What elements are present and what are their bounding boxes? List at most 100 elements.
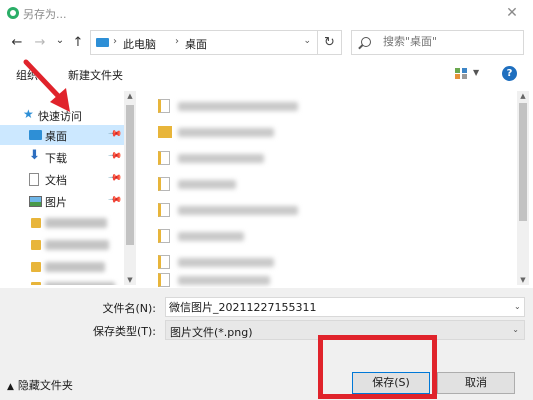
forward-button[interactable]: → — [32, 34, 48, 52]
window-title: 另存为... — [23, 8, 67, 21]
annotation-highlight-box — [318, 335, 437, 399]
scroll-up-icon[interactable]: ▲ — [517, 91, 529, 101]
organize-button[interactable]: 组织 — [16, 67, 38, 83]
file-list-scrollbar[interactable]: ▲ ▼ — [517, 91, 529, 285]
folder-icon — [31, 282, 41, 285]
chevron-up-icon: ▲ — [7, 382, 14, 392]
redacted-filename — [178, 180, 236, 189]
folder-icon — [31, 262, 41, 272]
cancel-button[interactable]: 取消 — [437, 372, 515, 394]
star-icon: ★ — [23, 107, 34, 121]
refresh-button[interactable]: ↻ — [318, 30, 342, 55]
redacted-filename — [178, 232, 244, 241]
download-icon: ⬇ — [29, 148, 40, 163]
hide-folders-toggle[interactable]: ▲ 隐藏文件夹 — [7, 377, 73, 393]
breadcrumb-desktop[interactable]: 桌面 — [185, 36, 207, 52]
command-bar: 组织 新建文件夹 ▼ ? — [0, 60, 533, 88]
pin-icon: 📌 — [107, 192, 123, 208]
breadcrumb-separator-icon[interactable]: › — [113, 36, 117, 47]
back-button[interactable]: ← — [9, 34, 25, 52]
desktop-icon — [29, 130, 42, 140]
list-item[interactable] — [136, 199, 506, 221]
search-icon — [361, 37, 371, 47]
redacted-label — [45, 262, 105, 272]
sidebar-item-quick-access[interactable]: ★ 快速访问 — [0, 105, 124, 125]
breadcrumb-this-pc[interactable]: 此电脑 — [123, 36, 156, 52]
list-item[interactable] — [136, 95, 506, 117]
sidebar-scrollbar[interactable]: ▲ ▼ — [124, 91, 136, 285]
folder-icon — [31, 240, 41, 250]
address-bar[interactable]: › 此电脑 › 桌面 ⌄ — [90, 30, 318, 55]
file-icon — [158, 151, 170, 165]
sidebar-item-documents[interactable]: 文档 📌 — [0, 169, 124, 189]
sidebar-item-downloads[interactable]: ⬇ 下载 📌 — [0, 147, 124, 167]
filetype-label: 保存类型(T): — [92, 325, 156, 338]
sidebar-item-label: 文档 — [45, 174, 67, 187]
list-item[interactable] — [136, 225, 506, 247]
title-bar: 另存为... ✕ — [0, 0, 533, 26]
new-folder-button[interactable]: 新建文件夹 — [68, 67, 123, 83]
redacted-filename — [178, 102, 298, 111]
picture-icon — [29, 196, 42, 207]
wechat-icon — [7, 7, 19, 19]
redacted-filename — [178, 258, 274, 267]
address-dropdown-icon[interactable]: ⌄ — [303, 36, 311, 46]
sidebar-item-blurred[interactable] — [0, 235, 124, 255]
file-icon — [158, 177, 170, 191]
folder-icon — [31, 218, 41, 228]
help-icon[interactable]: ? — [502, 66, 517, 81]
hide-folders-label: 隐藏文件夹 — [17, 379, 73, 392]
pin-icon: 📌 — [107, 148, 123, 164]
scroll-up-icon[interactable]: ▲ — [124, 91, 136, 101]
pin-icon: 📌 — [107, 126, 123, 142]
sidebar-item-label: 下载 — [45, 152, 67, 165]
view-options-icon[interactable] — [455, 68, 467, 79]
sidebar-item-label: 图片 — [45, 196, 67, 209]
save-options-panel: 文件名(N): ⌄ 保存类型(T): 图片文件(*.png) ⌄ ▲隐藏文件夹 … — [0, 288, 533, 400]
up-button[interactable]: ↑ — [70, 34, 86, 52]
search-input[interactable] — [383, 35, 518, 48]
view-dropdown-icon[interactable]: ▼ — [473, 68, 479, 77]
redacted-filename — [178, 276, 270, 285]
folder-icon — [158, 126, 172, 138]
file-icon — [158, 273, 170, 287]
sidebar-item-pictures[interactable]: 图片 📌 — [0, 191, 124, 211]
file-list — [136, 91, 517, 287]
filetype-value: 图片文件(*.png) — [170, 326, 253, 339]
filename-dropdown-icon[interactable]: ⌄ — [514, 302, 521, 311]
sidebar-item-blurred[interactable] — [0, 257, 124, 277]
list-item[interactable] — [136, 173, 506, 195]
file-icon — [158, 99, 170, 113]
sidebar-item-desktop[interactable]: 桌面 📌 — [0, 125, 124, 145]
close-button[interactable]: ✕ — [501, 3, 523, 23]
redacted-filename — [178, 206, 298, 215]
redacted-label — [45, 218, 107, 228]
file-icon — [158, 255, 170, 269]
list-item[interactable] — [136, 121, 506, 143]
navigation-pane: ★ 快速访问 桌面 📌 ⬇ 下载 📌 文档 📌 图片 📌 ▲ ▼ — [0, 91, 136, 285]
file-icon — [158, 203, 170, 217]
redacted-filename — [178, 128, 274, 137]
breadcrumb-separator-icon[interactable]: › — [175, 36, 179, 47]
list-item[interactable] — [136, 147, 506, 169]
navigation-bar: ← → ⌄ ↑ › 此电脑 › 桌面 ⌄ ↻ — [0, 26, 533, 60]
redacted-label — [45, 282, 115, 285]
recent-locations-dropdown[interactable]: ⌄ — [52, 32, 68, 50]
redacted-label — [45, 240, 109, 250]
sidebar-item-label: 快速访问 — [38, 110, 82, 123]
sidebar-item-label: 桌面 — [45, 130, 67, 143]
filename-label: 文件名(N): — [102, 302, 156, 315]
sidebar-item-blurred[interactable] — [0, 277, 124, 285]
filename-input[interactable] — [165, 297, 525, 317]
sidebar-scroll-thumb[interactable] — [126, 105, 134, 245]
document-icon — [29, 173, 39, 186]
scroll-down-icon[interactable]: ▼ — [517, 275, 529, 285]
chevron-down-icon: ⌄ — [512, 325, 519, 334]
search-box[interactable] — [351, 30, 524, 55]
pin-icon: 📌 — [107, 170, 123, 186]
file-list-scroll-thumb[interactable] — [519, 103, 527, 221]
this-pc-icon — [96, 38, 109, 47]
sidebar-item-blurred[interactable] — [0, 213, 124, 233]
file-icon — [158, 229, 170, 243]
scroll-down-icon[interactable]: ▼ — [124, 275, 136, 285]
